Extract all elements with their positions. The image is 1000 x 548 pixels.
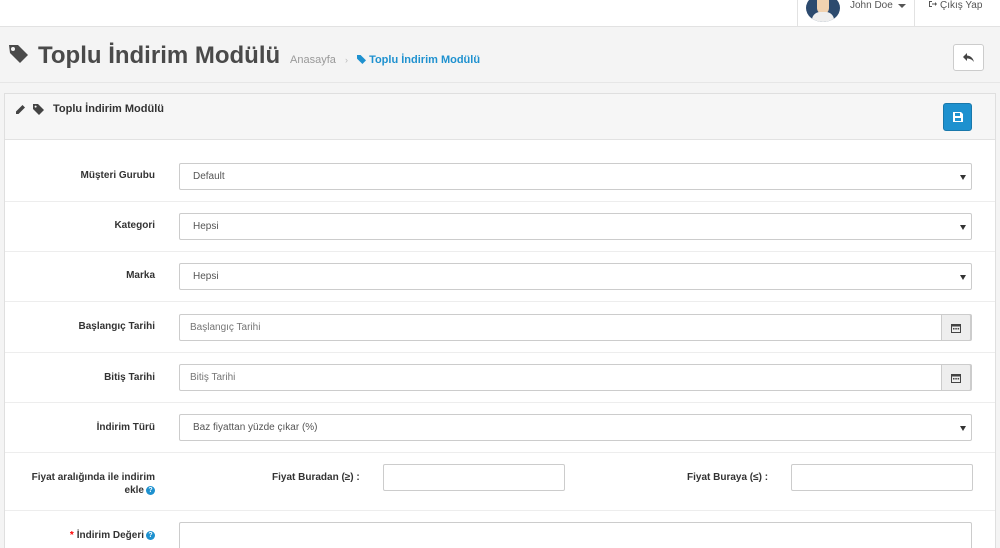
form-row-end-date: Bitiş Tarihi xyxy=(5,353,995,403)
brand-select[interactable]: Hepsi xyxy=(179,263,972,290)
discount-type-value: Baz fiyattan yüzde çıkar (%) xyxy=(193,422,318,433)
tag-icon xyxy=(357,55,366,64)
start-date-input[interactable] xyxy=(180,315,930,340)
logout-label[interactable]: Çıkış Yap xyxy=(940,0,982,11)
customer-group-value: Default xyxy=(193,171,225,182)
question-circle-icon[interactable]: ? xyxy=(146,531,155,540)
form-row-start-date: Başlangıç Tarihi xyxy=(5,302,995,353)
caret-down-icon[interactable] xyxy=(898,4,906,8)
avatar[interactable] xyxy=(806,0,840,22)
back-button[interactable] xyxy=(953,44,984,71)
panel-heading: Toplu İndirim Modülü xyxy=(5,94,995,140)
start-date-group xyxy=(179,314,972,341)
discount-value-label-text: İndirim Değeri xyxy=(76,530,144,541)
price-to-label: Fiyat Buraya (≤) : xyxy=(687,472,769,483)
price-to-input[interactable] xyxy=(791,464,973,491)
question-circle-icon[interactable]: ? xyxy=(146,486,155,495)
discount-value-input[interactable] xyxy=(179,522,972,548)
panel-title: Toplu İndirim Modülü xyxy=(53,103,164,115)
form-row-brand: Marka Hepsi xyxy=(5,252,995,302)
form-row-category: Kategori Hepsi xyxy=(5,202,995,252)
price-range-label-line2: ekle xyxy=(124,485,144,496)
discount-type-select[interactable]: Baz fiyattan yüzde çıkar (%) xyxy=(179,414,972,441)
end-date-input[interactable] xyxy=(180,365,930,390)
sign-out-icon xyxy=(928,0,937,10)
category-select[interactable]: Hepsi xyxy=(179,213,972,240)
form-row-customer-group: Müşteri Gurubu Default xyxy=(5,140,995,202)
user-menu[interactable]: John Doe xyxy=(797,0,915,27)
price-range-label-line1: Fiyat aralığında ile indirim xyxy=(31,472,155,483)
end-date-group xyxy=(179,364,972,391)
brand-value: Hepsi xyxy=(193,271,219,282)
start-date-calendar-button[interactable] xyxy=(941,314,971,341)
form-row-discount-type: İndirim Türü Baz fiyattan yüzde çıkar (%… xyxy=(5,403,995,453)
customer-group-label: Müşteri Gurubu xyxy=(80,170,155,181)
breadcrumb-home[interactable]: Anasayfa xyxy=(290,54,336,66)
discount-value-label: * İndirim Değeri? xyxy=(70,530,155,541)
start-date-label: Başlangıç Tarihi xyxy=(78,321,155,332)
end-date-label: Bitiş Tarihi xyxy=(104,372,155,383)
discount-panel: Toplu İndirim Modülü Müşteri Gurubu Defa… xyxy=(4,93,996,548)
price-range-label: Fiyat aralığında ile indirim ekle? xyxy=(32,471,155,497)
tag-icon xyxy=(8,44,30,64)
discount-type-label: İndirim Türü xyxy=(96,422,155,433)
form-row-discount-value: * İndirim Değeri? xyxy=(5,511,995,548)
breadcrumb-separator: › xyxy=(344,55,348,65)
calendar-icon xyxy=(951,373,961,383)
customer-group-select[interactable]: Default xyxy=(179,163,972,190)
user-name[interactable]: John Doe xyxy=(850,0,893,11)
reply-icon xyxy=(963,53,974,62)
end-date-calendar-button[interactable] xyxy=(941,364,971,391)
save-button[interactable] xyxy=(943,103,972,131)
top-navbar: John Doe Çıkış Yap xyxy=(0,0,1000,27)
required-mark: * xyxy=(69,530,74,541)
breadcrumb: Anasayfa › Toplu İndirim Modülü xyxy=(290,54,480,66)
breadcrumb-current[interactable]: Toplu İndirim Modülü xyxy=(369,54,480,66)
page-title: Toplu İndirim Modülü xyxy=(38,42,281,69)
save-icon xyxy=(952,112,963,122)
price-from-label: Fiyat Buradan (≥) : xyxy=(272,472,360,483)
pencil-icon xyxy=(15,104,26,118)
price-from-input[interactable] xyxy=(383,464,565,491)
category-label: Kategori xyxy=(114,220,155,231)
calendar-icon xyxy=(951,323,961,333)
form-row-price-range: Fiyat aralığında ile indirim ekle? Fiyat… xyxy=(5,453,995,511)
logout-link[interactable]: Çıkış Yap xyxy=(928,0,982,11)
category-value: Hepsi xyxy=(193,221,219,232)
tag-icon xyxy=(33,104,44,118)
brand-label: Marka xyxy=(126,270,155,281)
